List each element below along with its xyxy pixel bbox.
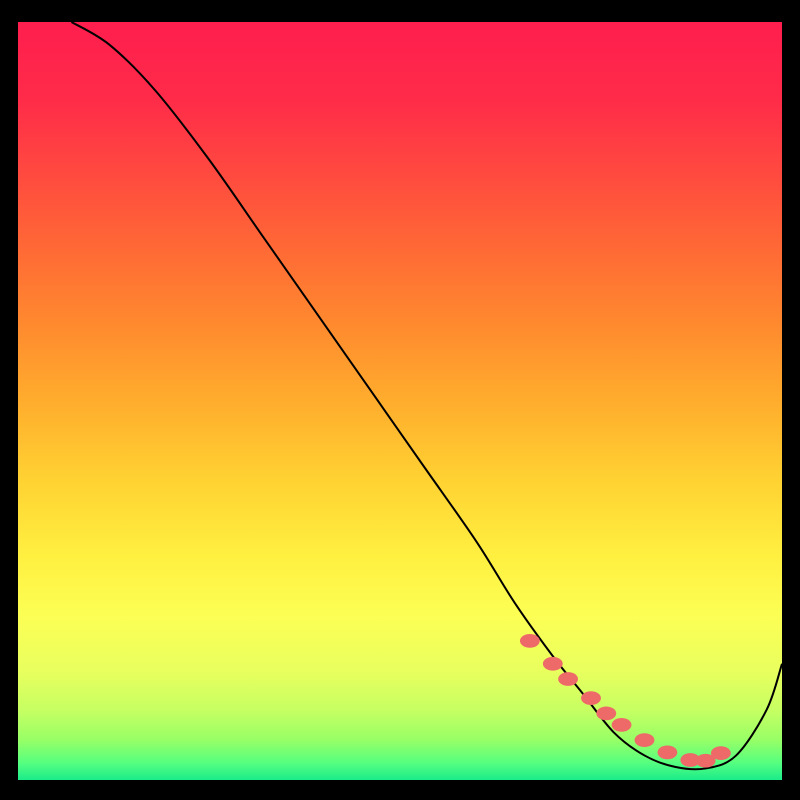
optimal-marker — [711, 746, 731, 760]
frame-top — [0, 0, 800, 22]
optimal-marker — [657, 746, 677, 760]
optimal-marker — [520, 634, 540, 648]
optimal-marker — [543, 657, 563, 671]
chart-stage: TheBottleneck.com — [0, 0, 800, 800]
bottleneck-curve — [71, 22, 782, 769]
plot-area — [18, 22, 782, 780]
optimal-marker — [612, 718, 632, 732]
frame-left — [0, 0, 18, 800]
optimal-marker — [558, 672, 578, 686]
curve-layer — [18, 22, 782, 780]
optimal-marker — [581, 691, 601, 705]
frame-bottom — [0, 780, 800, 800]
optimal-marker — [635, 733, 655, 747]
optimal-marker — [596, 707, 616, 721]
frame-right — [782, 0, 800, 800]
